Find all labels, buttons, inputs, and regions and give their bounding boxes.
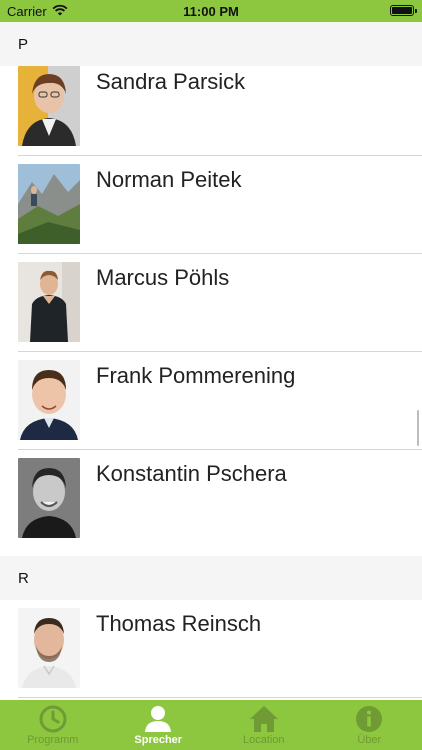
speaker-name: Norman Peitek bbox=[96, 167, 242, 192]
person-icon bbox=[145, 706, 172, 732]
speaker-row[interactable]: Frank Pommerening bbox=[0, 360, 422, 458]
clock-icon bbox=[39, 705, 67, 733]
speaker-row[interactable]: Norman Peitek bbox=[0, 164, 422, 262]
tab-label: Über bbox=[357, 734, 382, 746]
battery-icon bbox=[390, 5, 417, 16]
speaker-photo bbox=[18, 262, 80, 342]
info-icon bbox=[356, 706, 383, 732]
home-icon bbox=[249, 706, 278, 732]
speaker-row[interactable]: Marcus Pöhls bbox=[0, 262, 422, 360]
speaker-photo bbox=[18, 164, 80, 244]
speaker-row[interactable]: Thomas Reinsch bbox=[0, 608, 422, 700]
tab-ueber[interactable]: Über bbox=[317, 700, 422, 750]
speaker-row[interactable]: Sandra Parsick bbox=[0, 66, 422, 164]
speaker-name: Thomas Reinsch bbox=[96, 611, 262, 636]
speaker-row[interactable]: Konstantin Pschera bbox=[0, 458, 422, 556]
row-separator bbox=[18, 155, 422, 156]
speaker-photo bbox=[18, 66, 80, 146]
speaker-photo bbox=[18, 458, 80, 538]
speaker-list[interactable]: P Sandra Parsick Norman Peitek Marcus Pö… bbox=[0, 22, 422, 700]
tab-sprecher[interactable]: Sprecher bbox=[106, 700, 212, 750]
speaker-photo bbox=[18, 608, 80, 688]
section-header-p: P bbox=[0, 22, 422, 66]
tab-location[interactable]: Location bbox=[211, 700, 317, 750]
speaker-name: Frank Pommerening bbox=[96, 363, 296, 388]
tab-programm[interactable]: Programm bbox=[0, 700, 106, 750]
row-separator bbox=[18, 697, 422, 698]
status-time: 11:00 PM bbox=[183, 4, 239, 19]
tab-label: Programm bbox=[27, 734, 79, 746]
speaker-name: Marcus Pöhls bbox=[96, 265, 230, 290]
status-bar: Carrier 11:00 PM bbox=[0, 0, 422, 22]
speaker-name: Konstantin Pschera bbox=[96, 461, 287, 486]
scroll-indicator[interactable] bbox=[417, 410, 419, 446]
section-header-r: R bbox=[0, 556, 422, 600]
speaker-photo bbox=[18, 360, 80, 440]
row-separator bbox=[18, 449, 422, 450]
row-separator bbox=[18, 253, 422, 254]
tab-bar: Programm Sprecher Location Über bbox=[0, 700, 422, 750]
tab-label: Location bbox=[242, 734, 285, 746]
row-separator bbox=[18, 351, 422, 352]
speaker-name: Sandra Parsick bbox=[96, 69, 246, 94]
tab-label: Sprecher bbox=[134, 734, 183, 746]
